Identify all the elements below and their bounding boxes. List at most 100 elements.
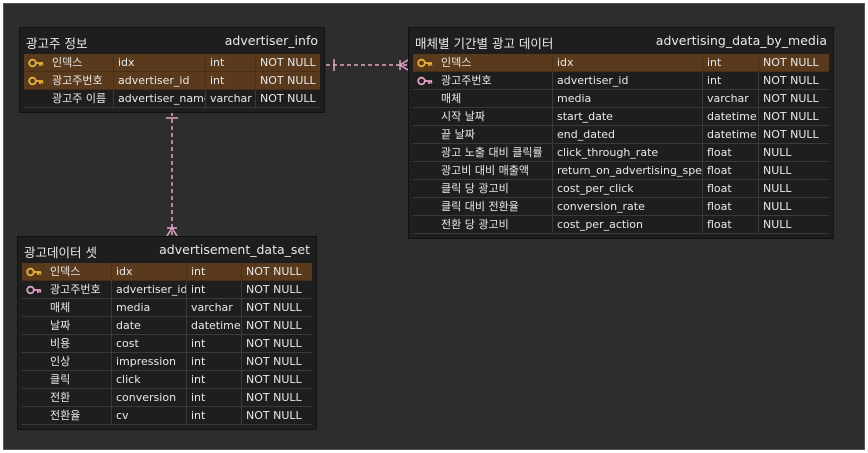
column-label: 인덱스 xyxy=(437,54,553,72)
table-advertisement-data-set[interactable]: 광고데이터 셋 advertisement_data_set 인덱스 idx int… xyxy=(18,237,316,429)
column-label: 클릭 대비 전환율 xyxy=(437,198,553,216)
column-field: advertiser_id xyxy=(114,72,206,90)
key-cell xyxy=(413,90,437,108)
key-icon xyxy=(26,267,42,276)
column-nullability: NOT NULL xyxy=(759,54,829,72)
column-type: int xyxy=(187,335,242,353)
key-icon xyxy=(28,76,44,85)
key-cell xyxy=(22,263,46,281)
column-nullability: NOT NULL xyxy=(242,317,312,335)
table-row[interactable]: 광고주번호 advertiser_id int NOT NULL xyxy=(413,72,829,90)
column-type: int xyxy=(187,371,242,389)
column-label: 비용 xyxy=(46,335,112,353)
column-field: start_date xyxy=(553,108,703,126)
table-row[interactable]: 광고주번호 advertiser_id int NOT NULL xyxy=(24,72,320,90)
column-type: int xyxy=(703,72,759,90)
table-row[interactable]: 광고비 대비 매출액 return_on_advertising_spend flo… xyxy=(413,162,829,180)
column-nullability: NULL xyxy=(759,162,829,180)
table-row[interactable]: 전환 당 광고비 cost_per_action float NULL xyxy=(413,216,829,234)
column-nullability: NOT NULL xyxy=(242,299,312,317)
column-label: 광고주번호 xyxy=(437,72,553,90)
table-name: 광고주 정보 xyxy=(26,36,88,51)
key-cell xyxy=(413,54,437,72)
column-nullability: NULL xyxy=(759,216,829,234)
table-row[interactable]: 인상 impression int NOT NULL xyxy=(22,353,312,371)
key-cell xyxy=(413,198,437,216)
column-type: datetime xyxy=(187,317,242,335)
table-row[interactable]: 끝 날짜 end_dated datetime NOT NULL xyxy=(413,126,829,144)
key-cell xyxy=(24,54,48,72)
column-field: end_dated xyxy=(553,126,703,144)
key-icon xyxy=(417,58,433,67)
table-row[interactable]: 시작 날짜 start_date datetime NOT NULL xyxy=(413,108,829,126)
column-label: 전환 xyxy=(46,389,112,407)
table-row[interactable]: 클릭 대비 전환율 conversion_rate float NULL xyxy=(413,198,829,216)
table-id: advertisement_data_set xyxy=(159,242,310,257)
column-label: 클릭 당 광고비 xyxy=(437,180,553,198)
key-icon xyxy=(28,58,44,67)
table-row[interactable]: 광고주 이름 advertiser_name varchar NOT NULL xyxy=(24,90,320,108)
table-row[interactable]: 날짜 date datetime NOT NULL xyxy=(22,317,312,335)
key-cell xyxy=(413,126,437,144)
column-type: float xyxy=(703,198,759,216)
relation-advertiser-to-data-set[interactable] xyxy=(166,112,178,237)
column-type: int xyxy=(206,72,256,90)
column-nullability: NULL xyxy=(759,198,829,216)
table-advertising-data-by-media[interactable]: 매체별 기간별 광고 데이터 advertising_data_by_media… xyxy=(409,28,833,238)
column-field: cv xyxy=(112,407,187,425)
column-field: click xyxy=(112,371,187,389)
table-row[interactable]: 광고주번호 advertiser_id int NOT NULL xyxy=(22,281,312,299)
diagram-canvas[interactable]: 광고주 정보 advertiser_info 인덱스 idx int NOT NULL… xyxy=(3,3,865,450)
column-nullability: NOT NULL xyxy=(759,108,829,126)
key-cell xyxy=(413,162,437,180)
column-type: float xyxy=(703,216,759,234)
column-field: idx xyxy=(112,263,187,281)
key-cell xyxy=(24,72,48,90)
column-label: 매체 xyxy=(46,299,112,317)
table-row[interactable]: 매체 media varchar NOT NULL xyxy=(22,299,312,317)
table-name: 광고데이터 셋 xyxy=(24,245,97,260)
table-row[interactable]: 광고 노출 대비 클릭률 click_through_rate float NULL xyxy=(413,144,829,162)
table-row[interactable]: 인덱스 idx int NOT NULL xyxy=(24,54,320,72)
column-nullability: NOT NULL xyxy=(242,407,312,425)
table-header: 매체별 기간별 광고 데이터 advertising_data_by_media xyxy=(409,28,833,54)
table-row[interactable]: 매체 media varchar NOT NULL xyxy=(413,90,829,108)
table-row[interactable]: 클릭 click int NOT NULL xyxy=(22,371,312,389)
column-type: datetime xyxy=(703,108,759,126)
column-nullability: NOT NULL xyxy=(759,126,829,144)
column-label: 인덱스 xyxy=(48,54,114,72)
column-field: idx xyxy=(114,54,206,72)
key-cell xyxy=(22,299,46,317)
column-label: 클릭 xyxy=(46,371,112,389)
table-header: 광고주 정보 advertiser_info xyxy=(20,28,324,54)
column-nullability: NOT NULL xyxy=(256,90,320,108)
key-cell xyxy=(413,216,437,234)
key-cell xyxy=(22,371,46,389)
column-label: 광고주 이름 xyxy=(48,90,114,108)
column-nullability: NOT NULL xyxy=(242,281,312,299)
column-label: 광고 노출 대비 클릭률 xyxy=(437,144,553,162)
table-row[interactable]: 인덱스 idx int NOT NULL xyxy=(413,54,829,72)
table-row[interactable]: 전환 conversion int NOT NULL xyxy=(22,389,312,407)
column-nullability: NULL xyxy=(759,180,829,198)
column-nullability: NOT NULL xyxy=(759,90,829,108)
table-row[interactable]: 인덱스 idx int NOT NULL xyxy=(22,263,312,281)
table-row[interactable]: 전환율 cv int NOT NULL xyxy=(22,407,312,425)
column-field: impression xyxy=(112,353,187,371)
column-field: media xyxy=(553,90,703,108)
column-nullability: NOT NULL xyxy=(759,72,829,90)
column-nullability: NOT NULL xyxy=(242,353,312,371)
column-type: float xyxy=(703,162,759,180)
table-row[interactable]: 비용 cost int NOT NULL xyxy=(22,335,312,353)
column-field: cost_per_action xyxy=(553,216,703,234)
table-advertiser-info[interactable]: 광고주 정보 advertiser_info 인덱스 idx int NOT NULL… xyxy=(20,28,324,112)
relation-advertiser-to-media-data[interactable] xyxy=(326,59,409,71)
column-type: float xyxy=(703,180,759,198)
column-nullability: NOT NULL xyxy=(242,263,312,281)
table-row[interactable]: 클릭 당 광고비 cost_per_click float NULL xyxy=(413,180,829,198)
key-cell xyxy=(22,335,46,353)
key-cell xyxy=(22,317,46,335)
column-field: cost_per_click xyxy=(553,180,703,198)
foreign-key-icon xyxy=(26,285,42,294)
table-name: 매체별 기간별 광고 데이터 xyxy=(415,36,554,51)
